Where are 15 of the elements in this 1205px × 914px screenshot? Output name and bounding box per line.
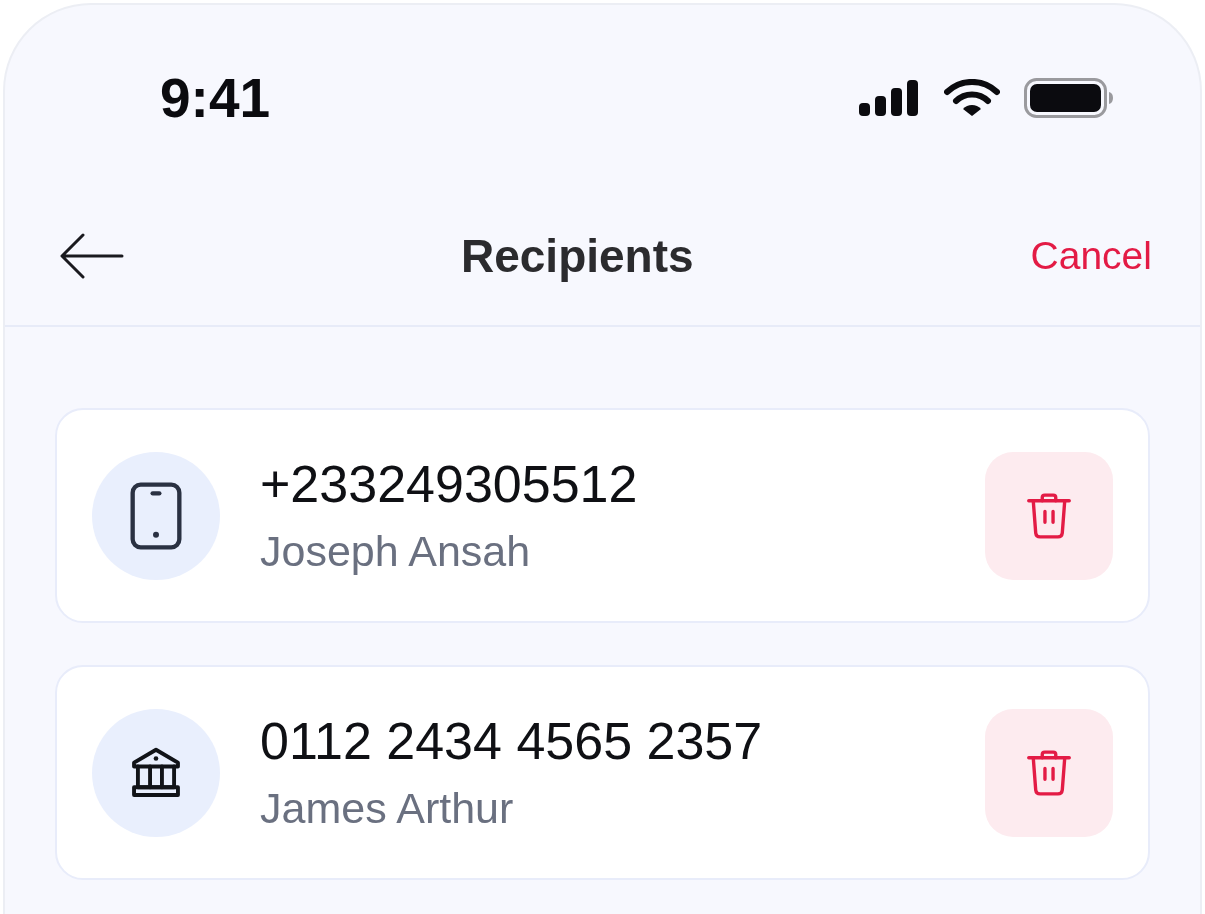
wifi-icon [944, 79, 1000, 117]
signal-icon [858, 79, 920, 117]
recipient-account: 0112 2434 4565 2357 [260, 711, 764, 770]
battery-icon [1024, 78, 1114, 118]
status-time: 9:41 [160, 68, 271, 128]
back-arrow-icon[interactable] [60, 232, 124, 279]
recipient-card[interactable]: +233249305512 Joseph Ansah [55, 408, 1150, 623]
delete-button[interactable] [985, 708, 1113, 837]
recipient-card[interactable]: 0112 2434 4565 2357 James Arthur [55, 665, 1150, 880]
recipient-name: Joseph Ansah [260, 525, 532, 577]
cancel-link[interactable]: Cancel [1030, 231, 1152, 280]
recipient-name: James Arthur [260, 782, 515, 834]
screen-title: Recipients [460, 228, 694, 284]
recipient-account: +233249305512 [260, 454, 639, 513]
delete-button[interactable] [985, 451, 1113, 580]
